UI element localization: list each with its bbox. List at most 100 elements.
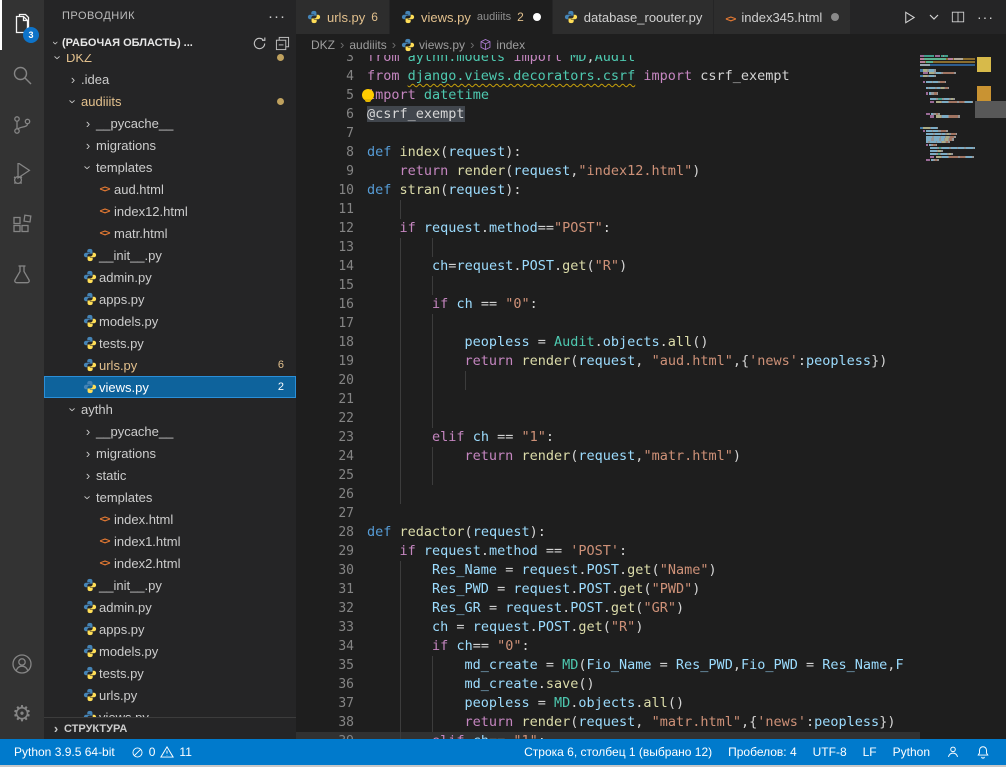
code-line-12[interactable]: 12 if request.method=="POST": [296, 219, 920, 238]
code-line-21[interactable]: 21 [296, 390, 920, 409]
explorer-more-icon[interactable]: ··· [268, 8, 286, 25]
source-control-icon[interactable] [0, 100, 44, 150]
tree-item-.idea[interactable]: ›.idea [44, 68, 296, 90]
tab-database_roouter.py[interactable]: database_roouter.py [553, 0, 715, 34]
explorer-icon[interactable]: 3 [0, 0, 44, 50]
eol[interactable]: LF [855, 739, 885, 765]
python-interpreter[interactable]: Python 3.9.5 64-bit [6, 739, 123, 765]
run-and-debug-icon[interactable] [0, 150, 44, 200]
tree-item-views.py[interactable]: views.py2 [44, 376, 296, 398]
breadcrumb-item-views.py[interactable]: views.py [401, 38, 465, 52]
tree-item-apps.py[interactable]: apps.py [44, 618, 296, 640]
code-line-16[interactable]: 16 if ch == "0": [296, 295, 920, 314]
run-dropdown[interactable] [929, 14, 939, 20]
code-line-7[interactable]: 7 [296, 124, 920, 143]
code-line-11[interactable]: 11 [296, 200, 920, 219]
more-actions-button[interactable]: ··· [977, 9, 994, 25]
tree-item-admin.py[interactable]: admin.py [44, 266, 296, 288]
tree-item-index.html[interactable]: <>index.html [44, 508, 296, 530]
tree-item-models.py[interactable]: models.py [44, 310, 296, 332]
code-line-33[interactable]: 33 ch = request.POST.get("R") [296, 618, 920, 637]
tree-item-audiiits[interactable]: ›audiiits [44, 90, 296, 112]
breadcrumb-item-index[interactable]: index [479, 38, 525, 52]
code-line-9[interactable]: 9 return render(request,"index12.html") [296, 162, 920, 181]
code-line-39[interactable]: 39 elif ch== "1": [296, 732, 920, 739]
tab-index345.html[interactable]: <>index345.html [714, 0, 851, 34]
code-line-18[interactable]: 18 peopless = Audit.objects.all() [296, 333, 920, 352]
extensions-icon[interactable] [0, 200, 44, 250]
tree-item-tests.py[interactable]: tests.py [44, 662, 296, 684]
tree-item-urls.py[interactable]: urls.py [44, 684, 296, 706]
code-line-35[interactable]: 35 md_create = MD(Fio_Name = Res_PWD,Fio… [296, 656, 920, 675]
code-line-30[interactable]: 30 Res_Name = request.POST.get("Name") [296, 561, 920, 580]
tree-item-__pycache__[interactable]: ›__pycache__ [44, 112, 296, 134]
code-line-24[interactable]: 24 return render(request,"matr.html") [296, 447, 920, 466]
tree-item-migrations[interactable]: ›migrations [44, 134, 296, 156]
code-line-22[interactable]: 22 [296, 409, 920, 428]
split-editor-button[interactable] [951, 10, 965, 24]
tree-item-__pycache__[interactable]: ›__pycache__ [44, 420, 296, 442]
tree-item-aud.html[interactable]: <>aud.html [44, 178, 296, 200]
code-line-34[interactable]: 34 if ch== "0": [296, 637, 920, 656]
workspace-section-header[interactable]: › (РАБОЧАЯ ОБЛАСТЬ) ... [44, 32, 296, 54]
code-line-36[interactable]: 36 md_create.save() [296, 675, 920, 694]
code-line-23[interactable]: 23 elif ch == "1": [296, 428, 920, 447]
tree-item-models.py[interactable]: models.py [44, 640, 296, 662]
tree-item-static[interactable]: ›static [44, 464, 296, 486]
language-mode[interactable]: Python [885, 739, 938, 765]
code-line-38[interactable]: 38 return render(request, "matr.html",{'… [296, 713, 920, 732]
code-line-3[interactable]: 3from aythh.models import MD,Audit [296, 55, 920, 67]
tree-item-__init__.py[interactable]: __init__.py [44, 574, 296, 596]
tree-item-index12.html[interactable]: <>index12.html [44, 200, 296, 222]
code-line-15[interactable]: 15 [296, 276, 920, 295]
breadcrumb-item-DKZ[interactable]: DKZ [311, 38, 335, 52]
code-line-26[interactable]: 26 [296, 485, 920, 504]
scrollbar-thumb[interactable] [975, 101, 1006, 118]
encoding[interactable]: UTF-8 [805, 739, 855, 765]
tab-views.py[interactable]: views.pyaudiiits2 [390, 0, 553, 34]
tree-item-index2.html[interactable]: <>index2.html [44, 552, 296, 574]
run-button[interactable] [902, 10, 917, 25]
tree-item-migrations[interactable]: ›migrations [44, 442, 296, 464]
code-line-4[interactable]: 4from django.views.decorators.csrf impor… [296, 67, 920, 86]
code-line-6[interactable]: 6@csrf_exempt [296, 105, 920, 124]
tree-item-templates[interactable]: ›templates [44, 486, 296, 508]
tree-item-urls.py[interactable]: urls.py6 [44, 354, 296, 376]
code-line-8[interactable]: 8def index(request): [296, 143, 920, 162]
code-line-27[interactable]: 27 [296, 504, 920, 523]
modified-dot-icon[interactable] [533, 13, 541, 21]
tree-item-index1.html[interactable]: <>index1.html [44, 530, 296, 552]
code-line-25[interactable]: 25 [296, 466, 920, 485]
refresh-icon[interactable] [252, 36, 267, 51]
code-line-29[interactable]: 29 if request.method == 'POST': [296, 542, 920, 561]
code-line-5[interactable]: 5import datetime [296, 86, 920, 105]
outline-section-header[interactable]: › СТРУКТУРА [44, 717, 296, 739]
lightbulb-icon[interactable] [362, 89, 374, 101]
accounts-icon[interactable] [0, 639, 44, 689]
tree-item-apps.py[interactable]: apps.py [44, 288, 296, 310]
collapse-all-icon[interactable] [275, 36, 290, 51]
feedback-icon[interactable] [938, 739, 968, 765]
tree-item-admin.py[interactable]: admin.py [44, 596, 296, 618]
code-line-13[interactable]: 13 [296, 238, 920, 257]
breadcrumb-item-audiiits[interactable]: audiiits [349, 38, 386, 52]
notifications-icon[interactable] [968, 739, 998, 765]
testing-icon[interactable] [0, 250, 44, 300]
code-line-10[interactable]: 10def stran(request): [296, 181, 920, 200]
tab-urls.py[interactable]: urls.py6 [296, 0, 390, 34]
tree-item-templates[interactable]: ›templates [44, 156, 296, 178]
tree-item-__init__.py[interactable]: __init__.py [44, 244, 296, 266]
tree-item-matr.html[interactable]: <>matr.html [44, 222, 296, 244]
code-line-31[interactable]: 31 Res_PWD = request.POST.get("PWD") [296, 580, 920, 599]
cursor-position[interactable]: Строка 6, столбец 1 (выбрано 12) [516, 739, 720, 765]
code-line-28[interactable]: 28def redactor(request): [296, 523, 920, 542]
code-line-14[interactable]: 14 ch=request.POST.get("R") [296, 257, 920, 276]
code-editor[interactable]: 3from aythh.models import MD,Audit4from … [296, 55, 920, 739]
code-line-32[interactable]: 32 Res_GR = request.POST.get("GR") [296, 599, 920, 618]
modified-dot-icon[interactable] [831, 13, 839, 21]
problems[interactable]: 011 [123, 739, 200, 765]
tree-item-aythh[interactable]: ›aythh [44, 398, 296, 420]
code-line-20[interactable]: 20 [296, 371, 920, 390]
tree-item-DKZ[interactable]: ›DKZ [44, 54, 296, 68]
code-line-37[interactable]: 37 peopless = MD.objects.all() [296, 694, 920, 713]
